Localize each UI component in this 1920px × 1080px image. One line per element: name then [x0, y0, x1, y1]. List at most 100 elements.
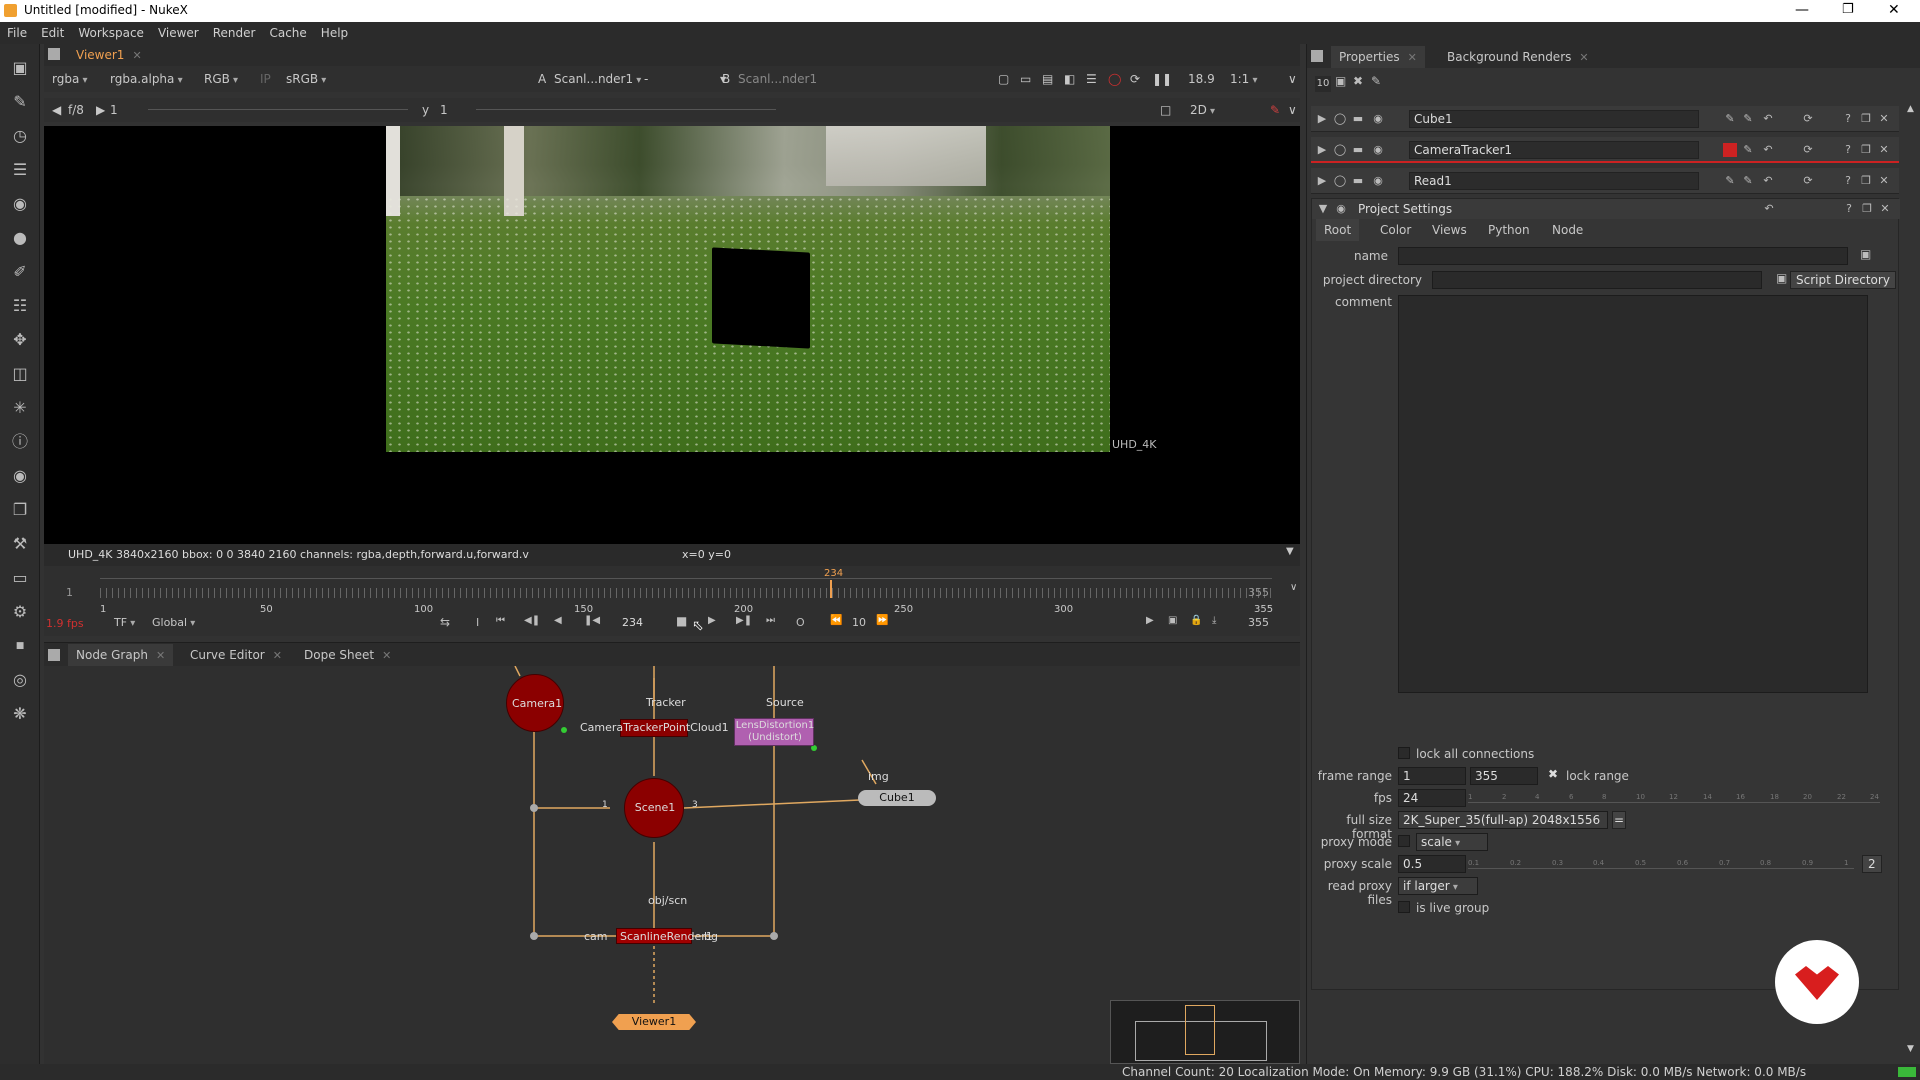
close-tab-icon[interactable]: ✕	[156, 649, 165, 662]
maximize-icon[interactable]: ❐	[1842, 0, 1854, 20]
max-panels-field[interactable]: 10	[1315, 76, 1331, 92]
name-field[interactable]	[1398, 247, 1848, 265]
folder-icon[interactable]: ▣	[1776, 271, 1787, 285]
close-tab-icon[interactable]: ✕	[1408, 51, 1417, 64]
tile-color-icon[interactable]	[1723, 143, 1737, 157]
lock-all-connections-checkbox[interactable]	[1398, 747, 1410, 759]
more-icon-2[interactable]: ∨	[1288, 99, 1297, 121]
close-panel-icon[interactable]: ✕	[1877, 143, 1891, 157]
image-icon[interactable]: ▣	[8, 56, 32, 80]
menu-viewer[interactable]: Viewer	[151, 22, 206, 44]
menu-edit[interactable]: Edit	[34, 22, 71, 44]
undo-icon[interactable]: ↶	[1761, 112, 1775, 126]
link-icon[interactable]: ▬	[1351, 174, 1365, 188]
zebra-icon[interactable]: ▤	[1042, 68, 1053, 90]
flipbook-icon[interactable]: ▶	[1146, 615, 1154, 626]
full-size-format-dropdown[interactable]: 2K_Super_35(full-ap) 2048x1556	[1398, 811, 1608, 829]
name-picker-icon[interactable]: ▣	[1860, 247, 1871, 261]
pane-menu-icon-2[interactable]	[48, 649, 60, 661]
menu-help[interactable]: Help	[314, 22, 355, 44]
draw-icon[interactable]: ✎	[8, 90, 32, 114]
node-name-field[interactable]: Cube1	[1409, 110, 1699, 128]
update-icon[interactable]: ◯	[1108, 68, 1121, 90]
proxy-mode-checkbox[interactable]	[1398, 835, 1410, 847]
comment-field[interactable]	[1398, 295, 1868, 693]
lensdistortion1-node[interactable]: LensDistortion1 (Undistort)	[734, 718, 814, 746]
timeline-expand-icon[interactable]: ∨	[1290, 582, 1297, 593]
close-panel-icon[interactable]: ✕	[1878, 202, 1892, 216]
viewer-overlay-icon[interactable]: ✎	[1723, 112, 1737, 126]
y-value[interactable]: 1	[440, 99, 448, 121]
last-frame-icon[interactable]: ⏭	[766, 615, 775, 626]
loop-icon[interactable]: ⇆	[440, 615, 450, 629]
download-icon[interactable]: ⤓	[1212, 615, 1216, 626]
gamma-value[interactable]: 1	[110, 99, 118, 121]
in-point-button[interactable]: I	[476, 616, 479, 629]
tab-color[interactable]: Color	[1372, 219, 1419, 241]
wipe-mode-dropdown[interactable]: -	[644, 68, 648, 90]
other-icon[interactable]: ▭	[8, 566, 32, 590]
first-frame-icon[interactable]: ⏮	[496, 615, 505, 626]
node-color-icon[interactable]: ◉	[1334, 202, 1348, 216]
scrollbar-down-icon[interactable]: ▼	[1907, 1044, 1914, 1054]
fps-field[interactable]: 24	[1398, 789, 1466, 807]
play-forward-icon[interactable]: ▶	[708, 615, 716, 626]
info-expand-icon[interactable]: ▼	[1286, 546, 1294, 557]
crop-icon[interactable]: □	[1160, 99, 1171, 121]
node-graph-canvas[interactable]: Camera1 Tracker CameraTrackerPointCloud1…	[44, 666, 1300, 1064]
fstop-right-icon[interactable]: ▶	[96, 99, 105, 121]
tab-viewer1[interactable]: Viewer1 ✕	[68, 44, 150, 66]
views-icon[interactable]: ◉	[8, 464, 32, 488]
format-edit-button[interactable]: =	[1612, 811, 1626, 829]
display-mode-dropdown[interactable]: RGB	[204, 68, 238, 90]
tab-background-renders[interactable]: Background Renders ✕	[1439, 46, 1597, 68]
node-panel-cube1[interactable]: ▶ ◯ ▬ ◉ Cube1 ✎ ✎ ↶ ⟳ ? ❐ ✕	[1311, 106, 1899, 132]
collapse-icon[interactable]: ▼	[1316, 202, 1330, 216]
timeline-out-point[interactable]: 355	[1248, 586, 1269, 599]
disable-icon[interactable]: ◯	[1333, 174, 1347, 188]
undo-icon[interactable]: ↶	[1761, 143, 1775, 157]
menu-file[interactable]: File	[0, 22, 34, 44]
prev-keyframe-icon[interactable]: ◀❚	[524, 615, 540, 626]
tf-dropdown[interactable]: TF	[114, 616, 135, 629]
tab-node-graph[interactable]: Node Graph ✕	[68, 644, 174, 666]
undo-icon[interactable]: ↶	[1761, 174, 1775, 188]
more-icon[interactable]: ∨	[1288, 68, 1297, 90]
furnace-icon[interactable]: ⚙	[8, 600, 32, 624]
plugins-icon[interactable]: ❋	[8, 702, 32, 726]
is-live-group-checkbox[interactable]	[1398, 901, 1410, 913]
paint-icon[interactable]: ✎	[1270, 99, 1280, 121]
undo-icon[interactable]: ↶	[1762, 202, 1776, 216]
step-forward-icon[interactable]: ⏩	[876, 615, 888, 626]
float-panel-icon[interactable]: ✎	[1371, 74, 1381, 88]
menu-render[interactable]: Render	[206, 22, 263, 44]
frame-range-start[interactable]: 1	[1398, 767, 1466, 785]
minimize-icon[interactable]: —	[1795, 0, 1809, 20]
overlay-icon[interactable]: ◧	[1064, 68, 1075, 90]
fstop-left-icon[interactable]: ◀	[52, 99, 61, 121]
clear-panels-icon[interactable]: ✖	[1353, 74, 1363, 88]
zoom-dropdown[interactable]: 1:1	[1230, 68, 1258, 90]
lut-dropdown[interactable]: sRGB	[286, 68, 326, 90]
revert-icon[interactable]: ⟳	[1801, 174, 1815, 188]
close-icon[interactable]: ✕	[1888, 0, 1900, 20]
out-point-button[interactable]: O	[796, 616, 805, 629]
gain-slider[interactable]	[148, 109, 408, 110]
close-tab-icon[interactable]: ✕	[1579, 51, 1588, 64]
navigator-minimap[interactable]	[1110, 1000, 1300, 1064]
tab-node[interactable]: Node	[1544, 219, 1591, 241]
pause-icon[interactable]: ❚❚	[1152, 68, 1172, 90]
time-icon[interactable]: ◷	[8, 124, 32, 148]
scene1-node[interactable]: Scene1	[624, 778, 684, 838]
filter-icon[interactable]: ●	[8, 226, 32, 250]
viewer-canvas[interactable]: UHD_4K	[44, 126, 1300, 544]
timeline-in-point[interactable]: 1	[66, 586, 73, 599]
color-icon[interactable]: ◉	[8, 192, 32, 216]
expand-icon[interactable]: ▶	[1315, 112, 1329, 126]
refresh-icon[interactable]: ⟳	[1130, 68, 1140, 90]
viewer1-node[interactable]: Viewer1	[612, 1014, 696, 1030]
script-directory-button[interactable]: Script Directory	[1790, 271, 1896, 289]
tab-views[interactable]: Views	[1424, 219, 1475, 241]
frame-increment-field[interactable]: 10	[852, 616, 866, 629]
step-back-icon[interactable]: ⏪	[830, 615, 842, 626]
